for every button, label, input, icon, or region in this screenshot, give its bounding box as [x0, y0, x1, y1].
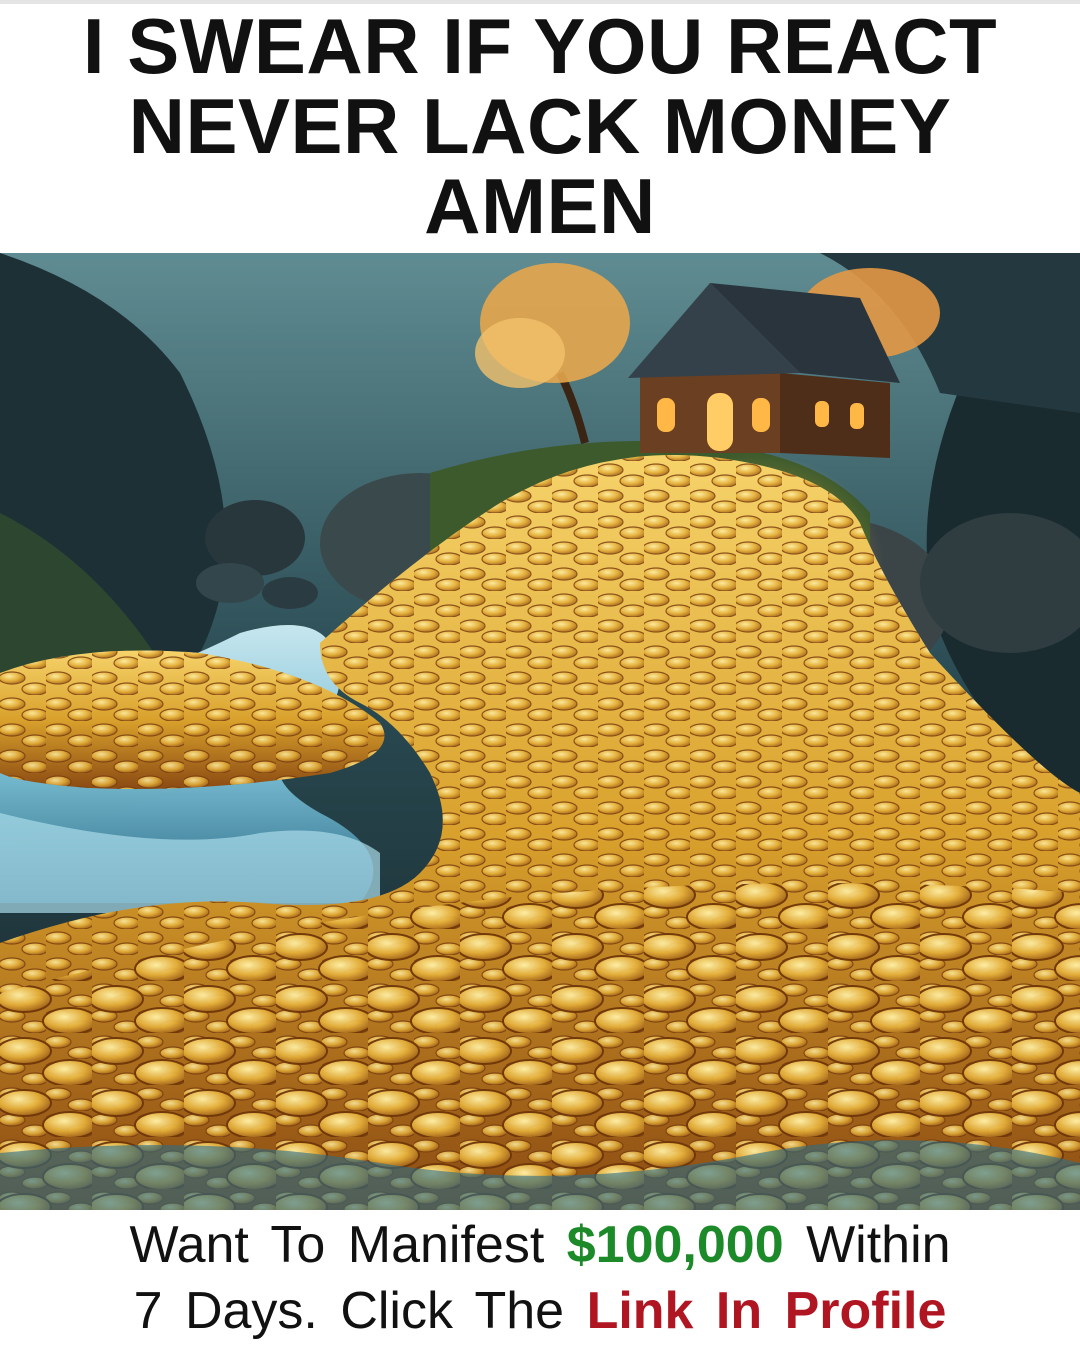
window-glow — [752, 398, 770, 432]
rock — [196, 563, 264, 603]
tree-foliage-left — [475, 318, 565, 388]
call-to-action-caption: Want To Manifest $100,000 Within 7 Days.… — [0, 1212, 1080, 1344]
caption-line-1: Want To Manifest $100,000 Within — [0, 1212, 1080, 1278]
illustration-canvas — [0, 253, 1080, 1210]
rock — [262, 577, 318, 609]
window-glow — [815, 401, 829, 427]
money-amount: $100,000 — [566, 1216, 784, 1274]
caption-prefix: Want To Manifest — [129, 1216, 545, 1274]
post-image: I SWEAR IF YOU REACT NEVER LACK MONEY AM… — [0, 0, 1080, 1350]
window-glow — [657, 398, 675, 432]
headline-line-2: NEVER LACK MONEY — [128, 82, 952, 170]
window-glow — [850, 403, 864, 429]
profile-link-text: Link In Profile — [586, 1282, 947, 1340]
headline: I SWEAR IF YOU REACT NEVER LACK MONEY AM… — [0, 6, 1080, 246]
gold-coin-river-illustration — [0, 253, 1080, 1210]
caption-line-2: 7 Days. Click The Link In Profile — [0, 1278, 1080, 1344]
caption-suffix: Within — [806, 1216, 951, 1274]
headline-line-1: I SWEAR IF YOU REACT — [82, 2, 998, 90]
caption-prompt: 7 Days. Click The — [133, 1282, 565, 1340]
door-glow — [707, 393, 733, 451]
house-side-wall — [780, 373, 890, 458]
headline-line-3: AMEN — [424, 162, 656, 250]
